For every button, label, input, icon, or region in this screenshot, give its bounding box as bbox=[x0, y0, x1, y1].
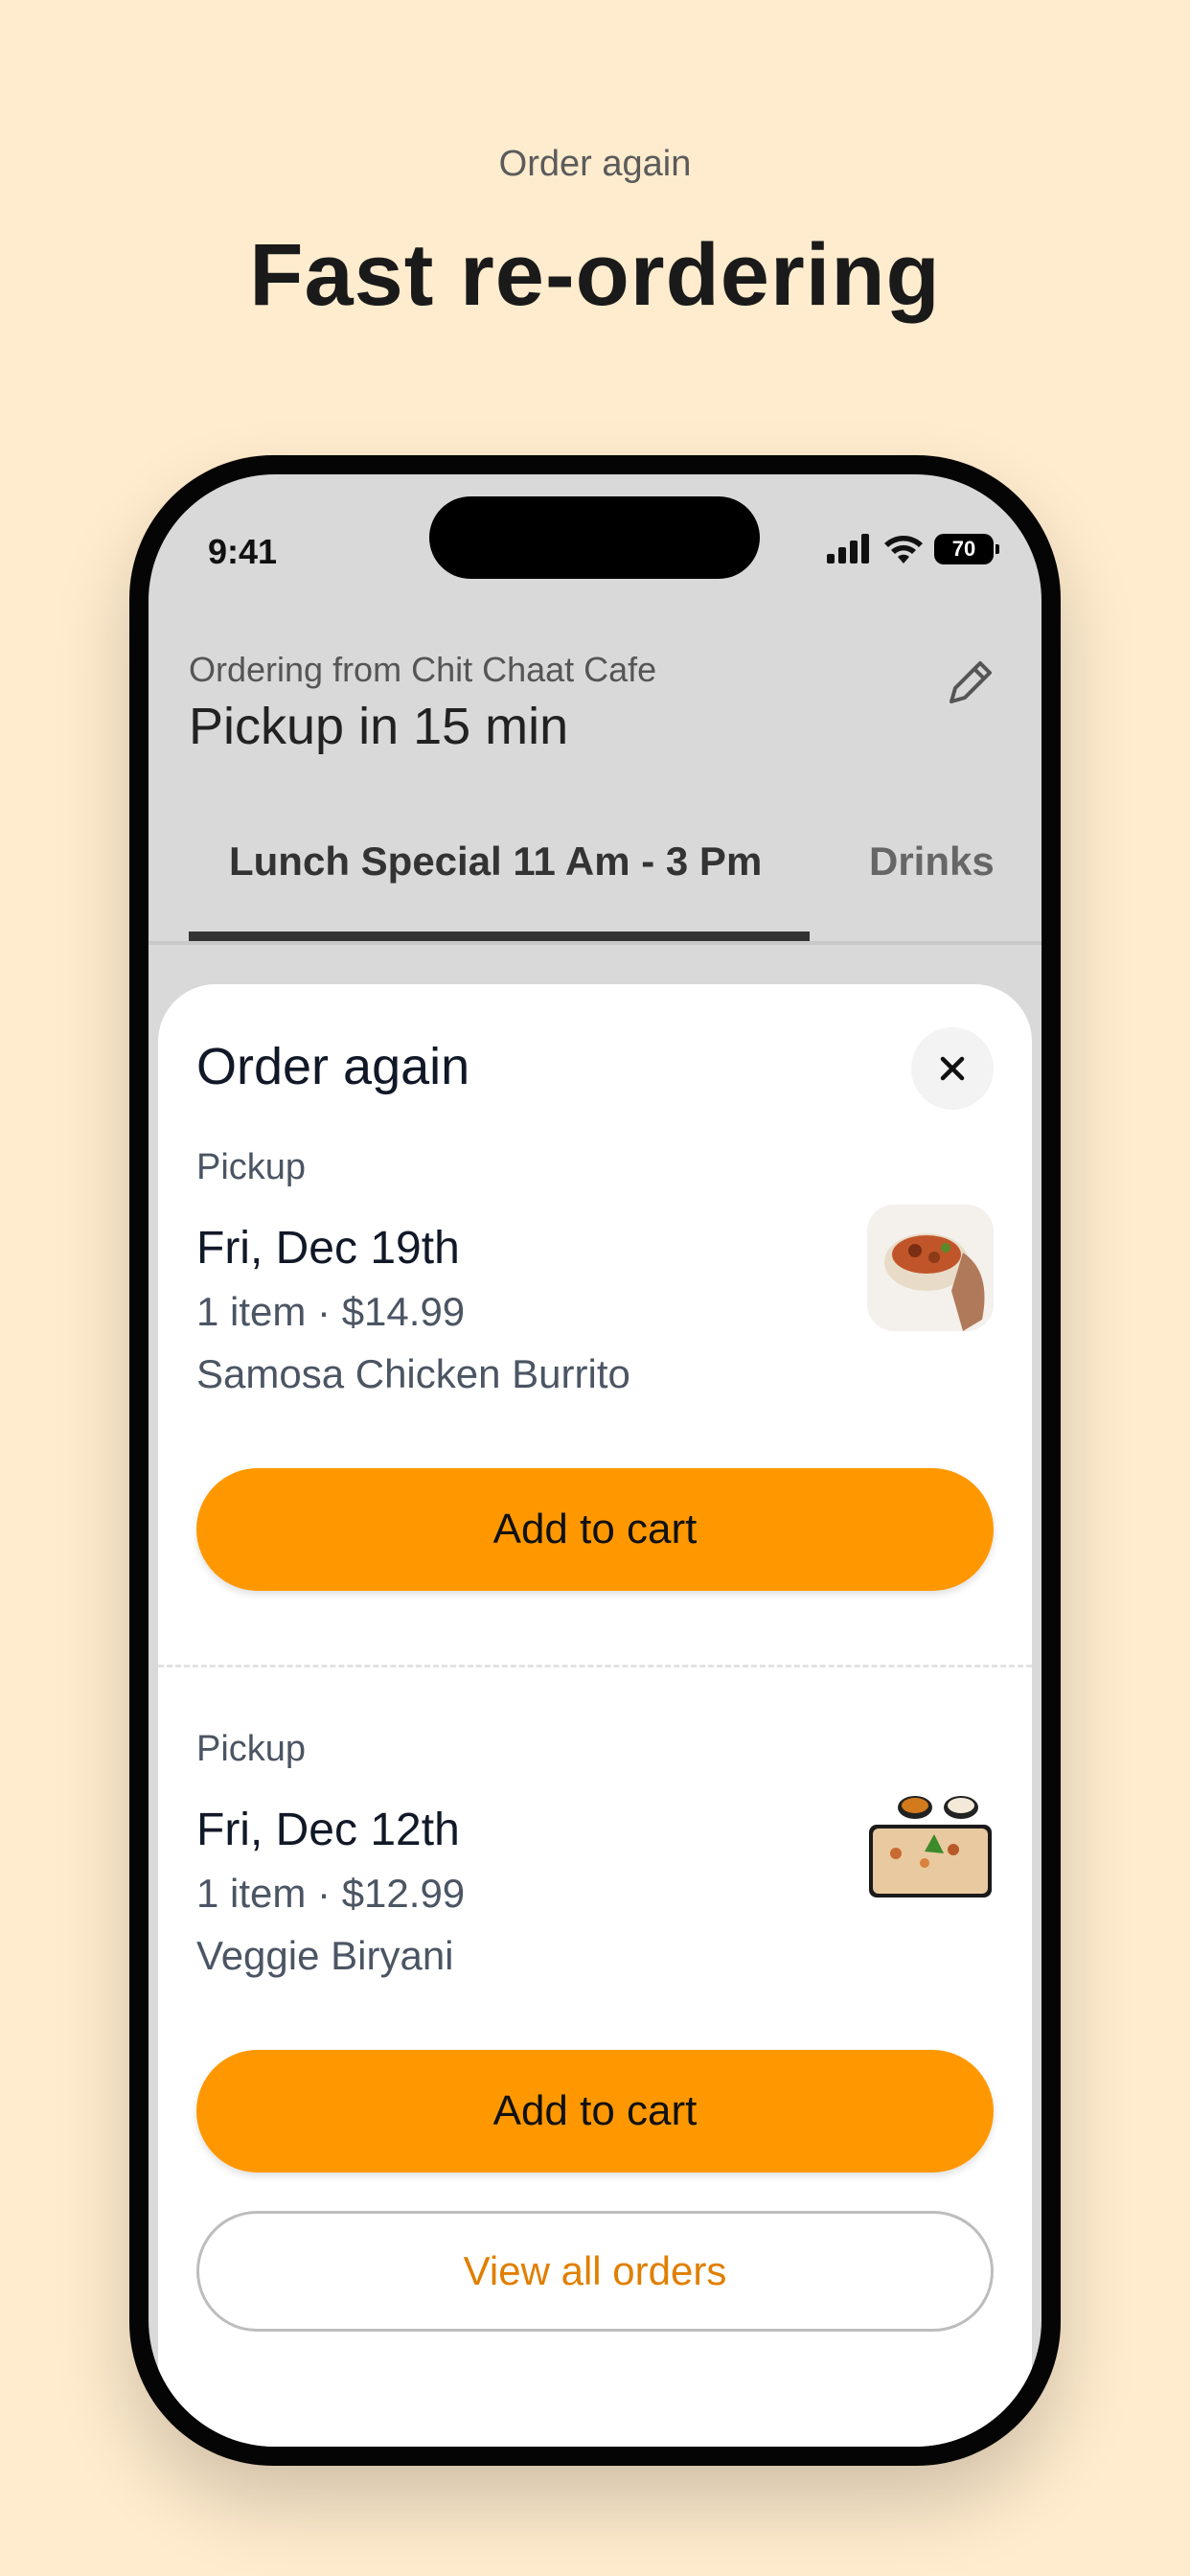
order-type: Pickup bbox=[196, 1147, 307, 1187]
pickup-time: Pickup in 15 min bbox=[189, 698, 569, 755]
tab-lunch-special[interactable]: Lunch Special 11 Am - 3 Pm bbox=[229, 839, 762, 885]
add-to-cart-button[interactable]: Add to cart bbox=[196, 2050, 994, 2173]
battery-level: 70 bbox=[951, 537, 976, 561]
order-again-sheet: Order again Pickup Fri, Dec 19th 1 item … bbox=[158, 984, 1032, 2447]
phone-screen: 9:41 70 Ordering from Chit Chaat Cafe Pi… bbox=[149, 474, 1041, 2447]
eyebrow-label: Order again bbox=[498, 144, 692, 184]
order-date: Fri, Dec 19th bbox=[196, 1223, 460, 1274]
menu-tabs: Lunch Special 11 Am - 3 Pm Drinks bbox=[189, 839, 1041, 934]
order-item-name: Veggie Biryani bbox=[196, 1933, 454, 1978]
order-card: Pickup Fri, Dec 19th 1 item · $14.99 Sam… bbox=[196, 1147, 994, 1598]
tab-drinks[interactable]: Drinks bbox=[869, 839, 995, 885]
close-icon bbox=[940, 1056, 965, 1081]
close-button[interactable] bbox=[911, 1027, 994, 1110]
wifi-icon bbox=[884, 536, 923, 564]
tab-divider bbox=[149, 941, 1041, 945]
order-meta: 1 item · $12.99 bbox=[196, 1871, 466, 1916]
status-icons: 70 bbox=[825, 530, 999, 568]
biryani-image bbox=[867, 1786, 994, 1913]
view-all-orders-button[interactable]: View all orders bbox=[196, 2211, 994, 2332]
signal-icon bbox=[827, 534, 869, 564]
order-item-name: Samosa Chicken Burrito bbox=[196, 1351, 630, 1396]
burrito-image bbox=[867, 1205, 994, 1331]
battery-icon: 70 bbox=[934, 534, 999, 564]
order-divider bbox=[158, 1665, 1032, 1668]
order-date: Fri, Dec 12th bbox=[196, 1805, 460, 1855]
order-type: Pickup bbox=[196, 1729, 307, 1769]
headline: Fast re-ordering bbox=[249, 226, 941, 324]
order-card: Pickup Fri, Dec 12th 1 item · $12.99 Veg… bbox=[196, 1729, 994, 2179]
ordering-from-label: Ordering from Chit Chaat Cafe bbox=[189, 650, 657, 689]
pencil-icon[interactable] bbox=[940, 652, 1001, 713]
sheet-title: Order again bbox=[196, 1038, 470, 1095]
phone-frame: 9:41 70 Ordering from Chit Chaat Cafe Pi… bbox=[129, 455, 1061, 2466]
order-meta: 1 item · $14.99 bbox=[196, 1289, 466, 1334]
dynamic-island bbox=[429, 496, 760, 579]
status-time: 9:41 bbox=[208, 532, 278, 571]
active-tab-indicator bbox=[189, 932, 810, 941]
add-to-cart-button[interactable]: Add to cart bbox=[196, 1468, 994, 1591]
